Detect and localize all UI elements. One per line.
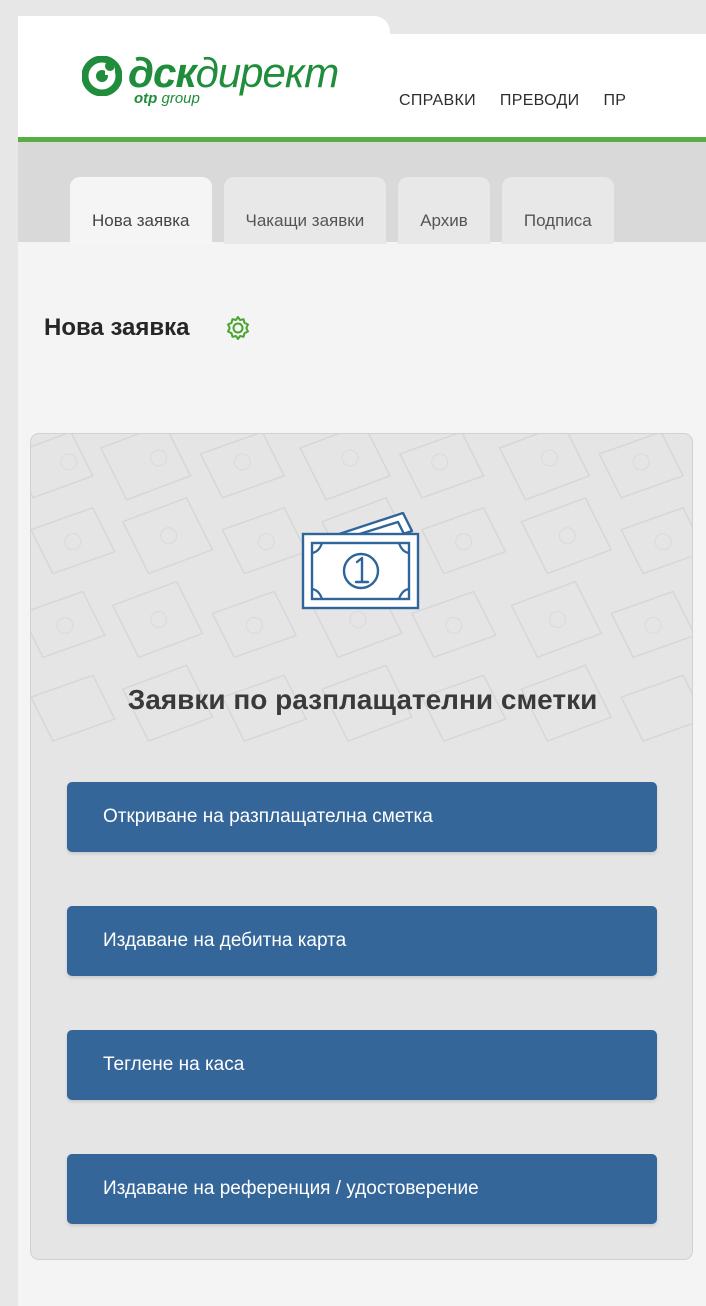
- subtabs-band: Нова заявка Чакащи заявки Архив Подписа: [18, 142, 706, 244]
- page-title-row: Нова заявка: [44, 312, 254, 344]
- top-navigation: СПРАВКИ ПРЕВОДИ ПР: [399, 92, 626, 110]
- issue-debit-card-button[interactable]: Издаване на дебитна карта: [67, 906, 657, 976]
- dsk-logo-mark-icon: [82, 56, 122, 96]
- gear-icon[interactable]: [222, 312, 254, 344]
- logo-subtitle-strong: otp: [134, 90, 158, 107]
- cash-withdrawal-button[interactable]: Теглене на каса: [67, 1030, 657, 1100]
- page-container: дскдирект otp group СПРАВКИ ПРЕВОДИ ПР Н…: [18, 16, 706, 1306]
- issue-reference-certificate-button[interactable]: Издаване на референция / удостоверение: [67, 1154, 657, 1224]
- tab-new-request[interactable]: Нова заявка: [70, 177, 212, 244]
- window-top-tab: [18, 16, 390, 34]
- top-nav-item-reports[interactable]: СПРАВКИ: [399, 92, 476, 110]
- header: дскдирект otp group СПРАВКИ ПРЕВОДИ ПР: [18, 34, 706, 142]
- logo-light-text: директ: [195, 49, 340, 96]
- logo-strong-text: дск: [128, 49, 197, 96]
- page-title: Нова заявка: [44, 314, 190, 341]
- tab-signed[interactable]: Подписа: [501, 177, 614, 244]
- dsk-logo[interactable]: дскдирект otp group: [82, 52, 392, 122]
- panel-title: Заявки по разплащателни сметки: [127, 684, 598, 715]
- payment-accounts-panel: Заявки по разплащателни сметки Откриване…: [30, 433, 693, 1260]
- top-nav-item-partial[interactable]: ПР: [603, 92, 626, 110]
- logo-subtitle-light: group: [161, 90, 200, 107]
- tab-archive[interactable]: Архив: [398, 177, 490, 244]
- window-top: [18, 16, 706, 34]
- subtabs: Нова заявка Чакащи заявки Архив Подписа: [70, 177, 614, 244]
- logo-text: дскдирект: [128, 49, 340, 96]
- logo-subtitle: otp group: [134, 90, 200, 107]
- top-nav-item-transfers[interactable]: ПРЕВОДИ: [500, 92, 580, 110]
- open-payment-account-button[interactable]: Откриване на разплащателна сметка: [67, 782, 657, 852]
- tab-pending-requests[interactable]: Чакащи заявки: [223, 177, 387, 244]
- gear-icon-svg: [226, 316, 249, 340]
- money-note-icon: [301, 512, 420, 610]
